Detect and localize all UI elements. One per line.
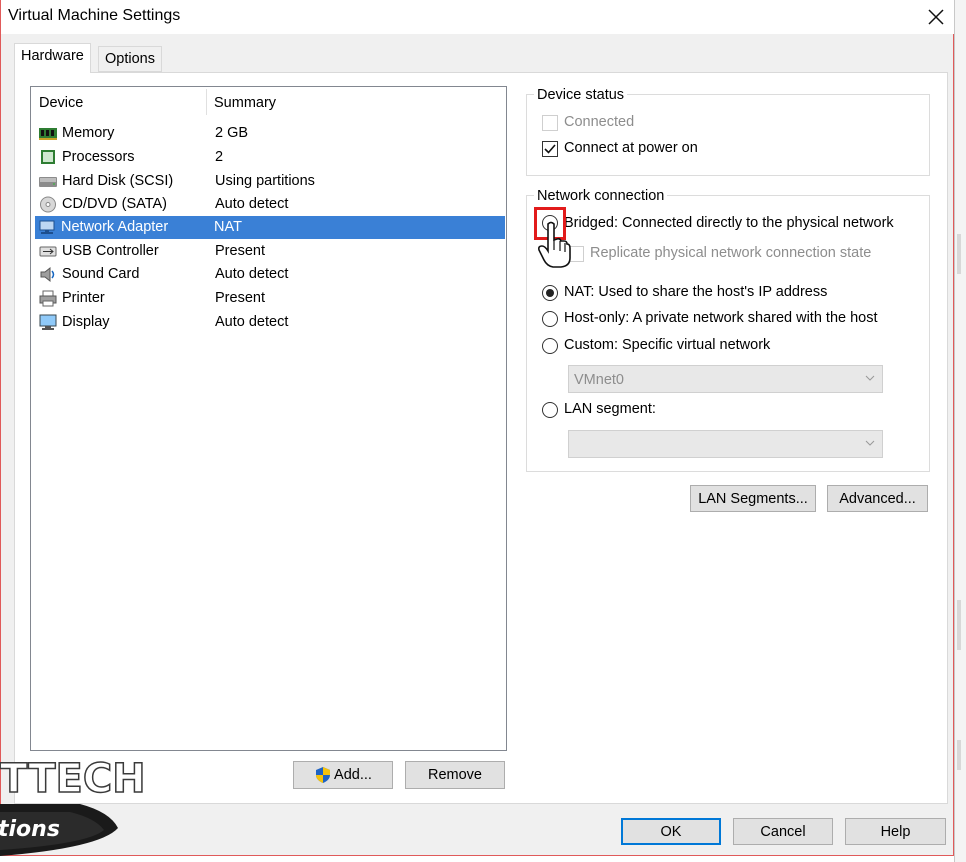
shield-icon [316,767,331,783]
device-status-title: Device status [534,87,628,103]
lan-segment-radio[interactable] [542,402,558,418]
device-name: CD/DVD (SATA) [62,196,167,212]
device-summary: Using partitions [215,173,315,189]
watermark-line1: TTECH [0,756,146,802]
device-summary: Auto detect [215,314,289,330]
replicate-state-label: Replicate physical network connection st… [590,245,872,261]
title-bar: Virtual Machine Settings [1,0,955,34]
help-button[interactable]: Help [845,818,946,845]
cd-dvd-icon [40,196,56,213]
device-row-sound-card[interactable]: Sound Card Auto detect [36,263,505,286]
watermark-line2: tions [0,817,60,842]
device-summary: 2 GB [215,125,249,141]
lan-segments-button[interactable]: LAN Segments... [690,485,816,512]
device-name: USB Controller [62,243,159,259]
device-column-header: Device [39,95,84,111]
nat-radio[interactable] [542,285,558,301]
device-summary: Auto detect [215,196,289,212]
device-row-cd-dvd[interactable]: CD/DVD (SATA) Auto detect [36,193,505,216]
device-name: Printer [62,290,105,306]
device-row-memory[interactable]: Memory 2 GB [36,122,505,145]
checkmark-icon [544,144,556,154]
cancel-button[interactable]: Cancel [733,818,833,845]
custom-radio[interactable] [542,338,558,354]
device-summary: 2 [215,149,224,165]
host-only-radio[interactable] [542,311,558,327]
hand-cursor-icon [538,221,571,268]
device-row-processors[interactable]: Processors 2 [36,146,505,169]
network-adapter-icon [39,220,55,234]
device-name: Hard Disk (SCSI) [62,173,174,189]
processor-icon [41,150,55,164]
bridged-label: Bridged: Connected directly to the physi… [564,215,894,231]
column-separator[interactable] [206,89,207,115]
device-summary: Present [215,290,265,306]
lan-segment-select[interactable] [568,430,883,458]
device-list[interactable]: Device Summary Memory 2 GB Processors 2 … [30,86,507,751]
tab-options[interactable]: Options [98,46,162,72]
device-name: Display [62,314,110,330]
printer-icon [39,290,57,307]
connect-at-power-on-label: Connect at power on [564,140,698,156]
speaker-icon [40,266,55,283]
close-icon [928,9,944,25]
tab-hardware[interactable]: Hardware [14,43,91,73]
connected-label: Connected [564,114,635,130]
custom-label: Custom: Specific virtual network [564,337,771,353]
device-row-usb-controller[interactable]: USB Controller Present [36,240,505,263]
advanced-button[interactable]: Advanced... [827,485,928,512]
lan-segment-label: LAN segment: [564,401,656,417]
device-summary: NAT [214,219,242,235]
device-summary: Present [215,243,265,259]
close-button[interactable] [919,2,953,32]
device-row-display[interactable]: Display Auto detect [36,311,505,334]
monitor-icon [39,314,57,330]
remove-device-button[interactable]: Remove [405,761,505,789]
connected-checkbox[interactable] [542,115,558,131]
connect-at-power-on-checkbox[interactable] [542,141,558,157]
custom-network-select[interactable]: VMnet0 [568,365,883,393]
usb-icon [39,246,57,257]
hard-disk-icon [39,177,57,187]
device-name: Sound Card [62,266,140,282]
background-window-edge [954,0,966,862]
chevron-down-icon [865,440,875,446]
device-summary: Auto detect [215,266,289,282]
memory-icon [39,128,57,140]
network-connection-title: Network connection [534,188,668,204]
device-row-printer[interactable]: Printer Present [36,287,505,310]
device-status-group [526,94,930,176]
host-only-label: Host-only: A private network shared with… [564,310,878,326]
summary-column-header: Summary [214,95,277,111]
ok-button[interactable]: OK [621,818,721,845]
device-row-hard-disk[interactable]: Hard Disk (SCSI) Using partitions [36,170,505,193]
add-device-button[interactable]: Add... [293,761,393,789]
watermark-logo: TTECH tions [0,755,146,856]
chevron-down-icon [865,375,875,381]
window-title: Virtual Machine Settings [8,7,181,24]
device-name: Network Adapter [61,219,169,235]
add-button-label: Add... [334,767,372,783]
custom-network-value: VMnet0 [574,372,624,388]
device-name: Memory [62,125,115,141]
device-row-network-adapter[interactable]: Network Adapter NAT [35,216,505,239]
device-name: Processors [62,149,135,165]
nat-label: NAT: Used to share the host's IP address [564,284,828,300]
